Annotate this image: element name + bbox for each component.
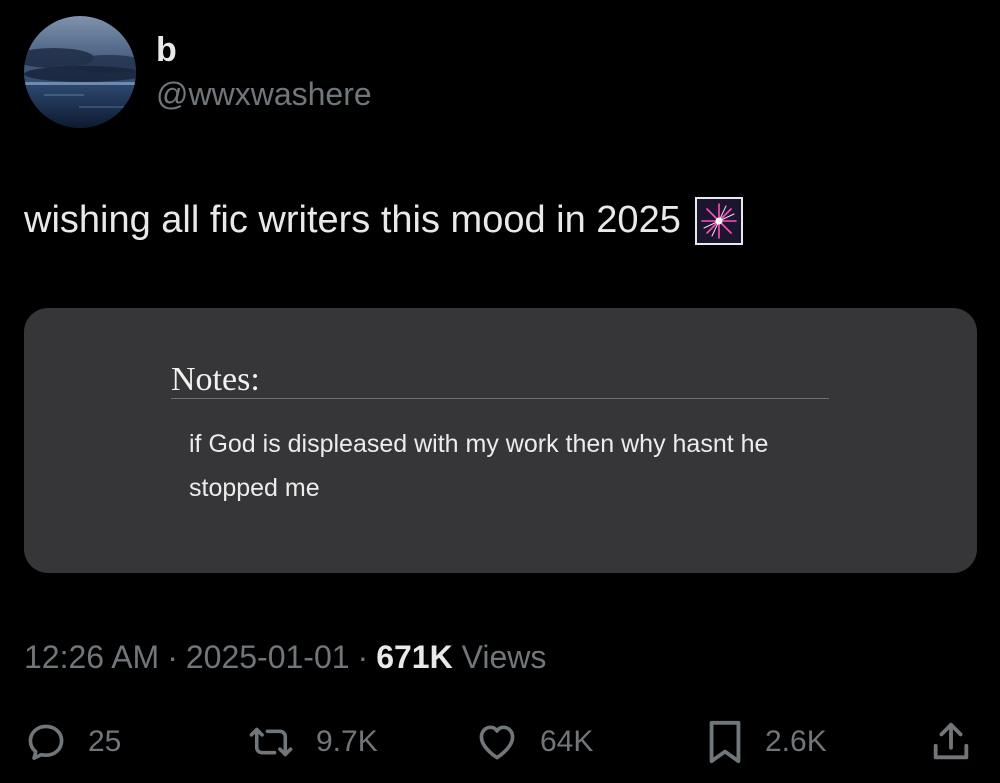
ocean-dusk-avatar-image xyxy=(24,16,136,128)
fireworks-emoji-icon xyxy=(694,197,743,245)
bookmark-button[interactable]: 2.6K xyxy=(705,717,827,767)
views-count[interactable]: 671K xyxy=(376,639,453,675)
tweet-text-content: wishing all fic writers this mood in 202… xyxy=(24,199,681,241)
reply-icon xyxy=(28,724,64,760)
share-icon xyxy=(933,722,969,760)
reply-count: 25 xyxy=(88,725,122,758)
avatar[interactable] xyxy=(24,16,136,128)
user-handle[interactable]: @wwxwashere xyxy=(156,74,372,114)
display-name[interactable]: b xyxy=(156,30,177,70)
bookmark-count: 2.6K xyxy=(765,725,827,758)
views-label[interactable]: Views xyxy=(462,639,547,675)
tweet-date[interactable]: 2025-01-01 xyxy=(186,639,350,675)
heart-icon xyxy=(479,725,515,760)
reply-button[interactable]: 25 xyxy=(24,717,121,767)
notes-divider xyxy=(171,398,829,399)
retweet-button[interactable]: 9.7K xyxy=(246,717,378,767)
retweet-icon xyxy=(249,727,293,757)
like-count: 64K xyxy=(540,725,594,758)
share-button[interactable] xyxy=(928,717,974,767)
retweet-count: 9.7K xyxy=(316,725,378,758)
tweet-meta: 12:26 AM · 2025-01-01 · 671K Views xyxy=(24,636,546,678)
like-button[interactable]: 64K xyxy=(474,717,593,767)
tweet-text: wishing all fic writers this mood in 202… xyxy=(24,196,743,245)
tweet-time[interactable]: 12:26 AM xyxy=(24,639,159,675)
bookmark-icon xyxy=(709,720,741,764)
notes-body: if God is displeased with my work then w… xyxy=(189,430,769,502)
meta-separator: · xyxy=(167,639,178,675)
notes-title: Notes: xyxy=(171,361,260,398)
media-card[interactable]: Notes: if God is displeased with my work… xyxy=(24,308,977,573)
meta-separator: · xyxy=(357,639,369,675)
